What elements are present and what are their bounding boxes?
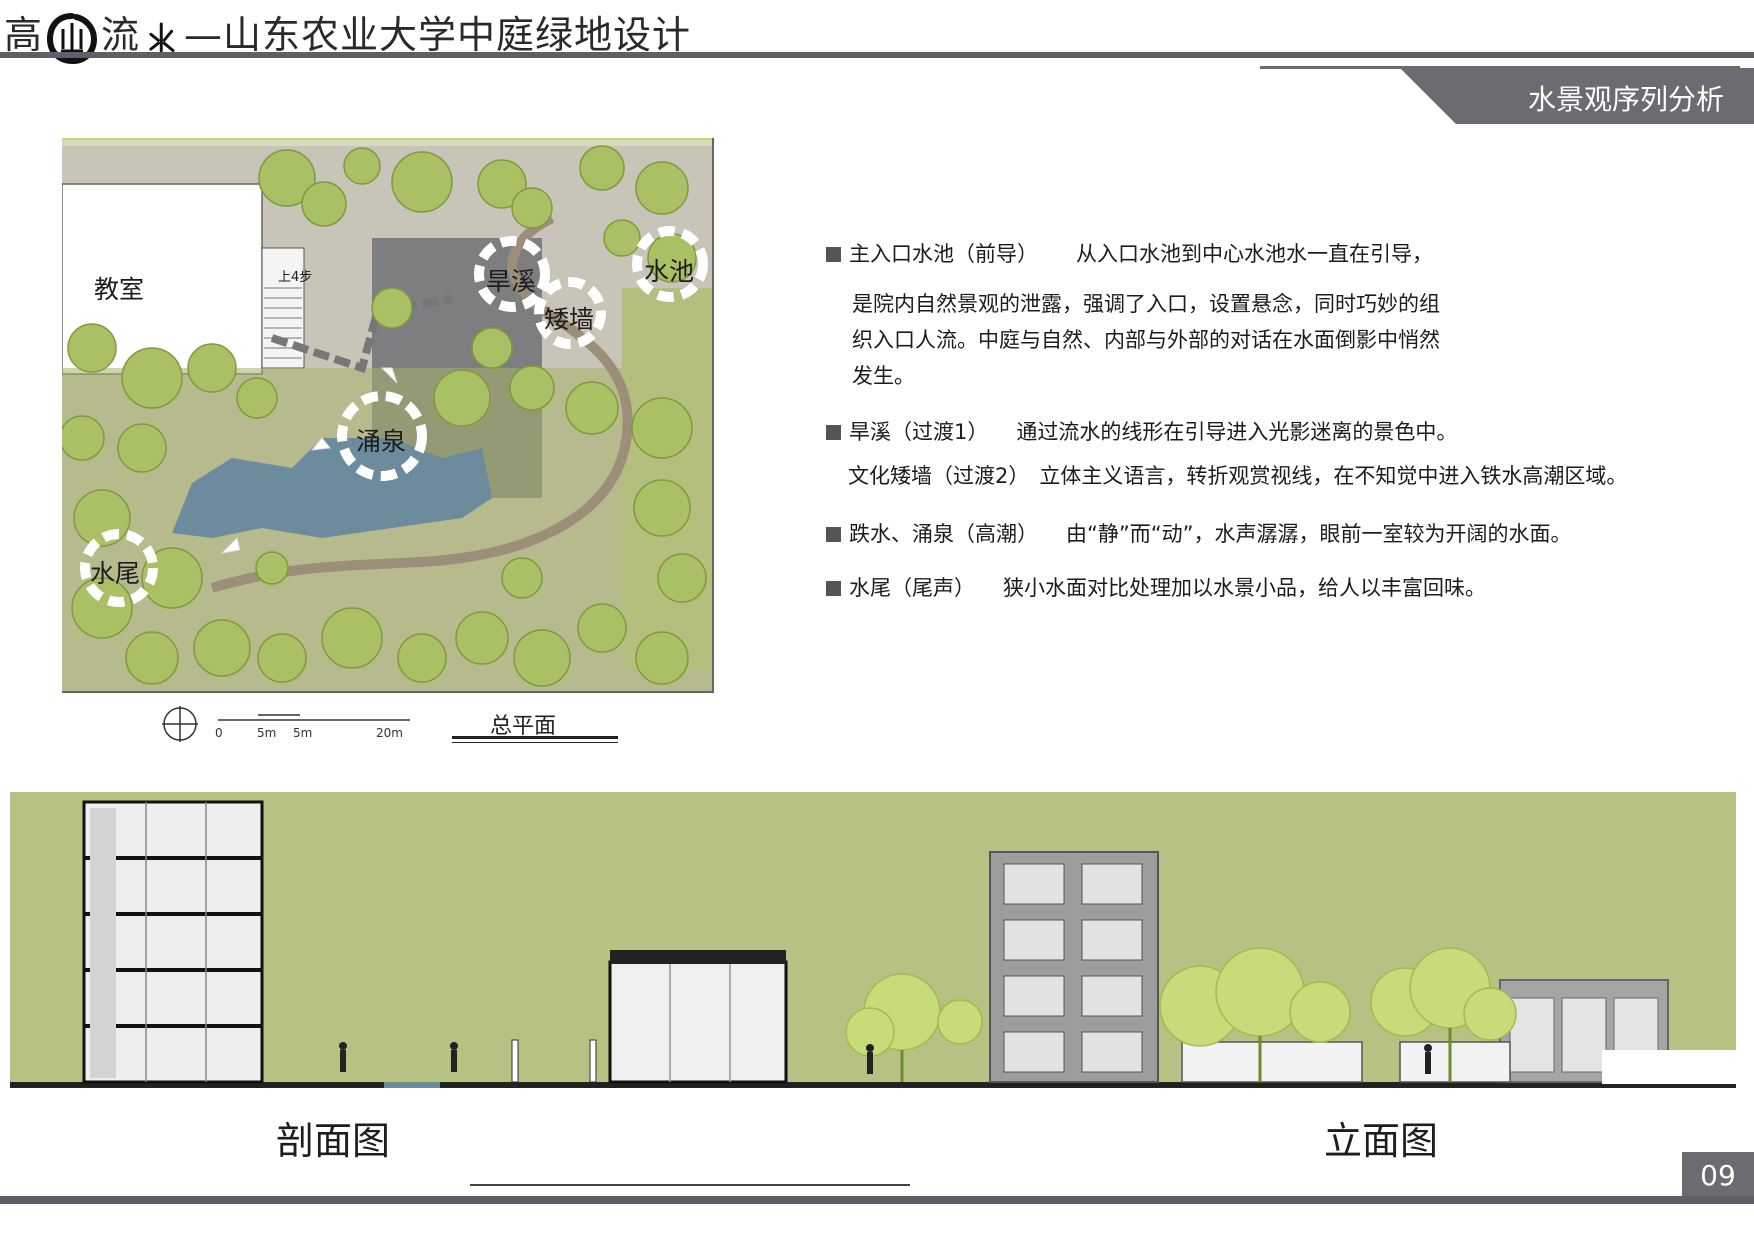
label-fountain: 涌泉 [356,427,407,456]
lawn-east [622,288,714,668]
page-number: 09 [1682,1152,1754,1200]
section-pavilion [608,950,788,1084]
desc-head: 旱溪（过渡1） [849,420,989,444]
section-drawing-title: 剖面图 [276,1119,391,1163]
section-water [384,1082,440,1088]
elevation-pavilion [1181,1041,1511,1083]
site-plan [62,138,714,693]
desc-line: 织入口人流。中庭与自然、内部与外部的对话在水面倒影中悄然 [852,328,1440,352]
header-divider [0,52,1754,58]
desc-head: 跌水、涌泉（高潮） [849,522,1038,546]
label-steps: 上4步 [278,270,313,285]
desc-head: 主入口水池（前导） [849,242,1038,266]
bullet-icon [826,581,841,596]
section-tab: 水景观序列分析 [1400,68,1754,124]
title-subtitle: —山东农业大学中庭绿地设计 [184,13,692,57]
desc-head: 文化矮墙（过渡2） [848,464,1030,488]
section-title: 水景观序列分析 [1527,83,1724,116]
desc-item-entrance: 主入口水池（前导） 从入口水池到中心水池水一直在引导， [826,238,1433,268]
bullet-icon [826,247,841,262]
footer-divider [0,1196,1754,1204]
desc-line: 是院内自然景观的泄露，强调了入口，设置悬念，同时巧妙的组 [852,292,1440,316]
bullet-icon [826,527,841,542]
elevation-drawing-title: 立面图 [1324,1119,1439,1163]
section-building-left [82,800,264,1084]
scale-tick-1: 5m [257,726,277,740]
title-char-liu: 流 [101,13,141,57]
plan-title-underline [452,736,618,739]
elevation-building-mid [989,851,1159,1083]
label-low-wall: 矮墙 [544,305,595,334]
desc-body: 由“静”而“动”，水声潺潺，眼前一室较为开阔的水面。 [1066,522,1572,546]
desc-item-culture-wall: 文化矮墙（过渡2） 立体主义语言，转折观赏视线，在不知觉中进入铁水高潮区域。 [848,460,1627,490]
section-elevation-drawing [10,792,1736,1088]
plan-title-underline-thin [452,742,618,743]
bullet-icon [826,425,841,440]
ground-line [10,1082,1736,1088]
desc-item-fountain: 跌水、涌泉（高潮） 由“静”而“动”，水声潺潺，眼前一室较为开阔的水面。 [826,518,1572,548]
desc-head: 水尾（尾声） [849,576,975,600]
desc-body: 狭小水面对比处理加以水景小品，给人以丰富回味。 [1003,576,1486,600]
scale-tick-2: 5m [293,726,313,740]
desc-line: 发生。 [852,364,915,388]
label-classroom: 教室 [94,275,145,304]
desc-item-tail: 水尾（尾声） 狭小水面对比处理加以水景小品，给人以丰富回味。 [826,572,1486,602]
footer-thin-line [470,1184,910,1186]
scale-tick-0: 0 [215,726,223,740]
title-char-gao: 高 [4,13,44,57]
label-dry-creek: 旱溪 [486,267,537,296]
desc-body: 从入口水池到中心水池水一直在引导， [1076,242,1433,266]
scale-tick-3: 20m [376,726,403,740]
plan-top-edge [62,138,714,140]
desc-body: 立体主义语言，转折观赏视线，在不知觉中进入铁水高潮区域。 [1039,464,1628,488]
label-pool: 水池 [644,257,695,286]
desc-item-dry-creek: 旱溪（过渡1） 通过流水的线形在引导进入光影迷离的景色中。 [826,416,1457,446]
title-bar: 高 流 —山东农业大学中庭绿地设计 [0,0,1754,64]
label-tail: 水尾 [90,559,141,588]
desc-body: 通过流水的线形在引导进入光影迷离的景色中。 [1016,420,1458,444]
